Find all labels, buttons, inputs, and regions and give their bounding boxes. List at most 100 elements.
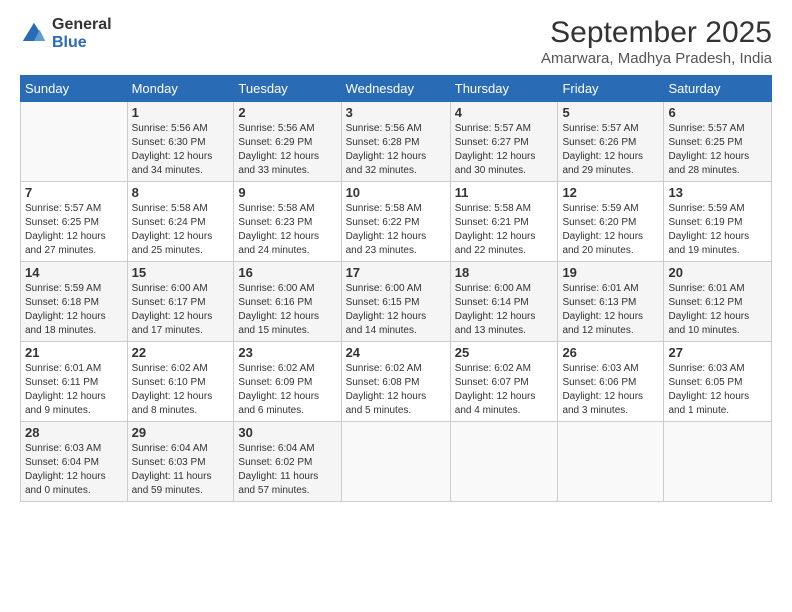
day-info: Sunrise: 6:04 AM Sunset: 6:02 PM Dayligh… (238, 442, 336, 498)
header: General Blue September 2025 Amarwara, Ma… (20, 16, 772, 67)
weekday-header-friday: Friday (558, 76, 664, 102)
day-number: 8 (132, 185, 230, 200)
calendar-day-cell: 20 Sunrise: 6:01 AM Sunset: 6:12 PM Dayli… (664, 262, 772, 342)
day-number: 16 (238, 265, 336, 280)
calendar-day-cell: 10Sunrise: 5:58 AM Sunset: 6:22 PM Dayli… (341, 182, 450, 262)
day-info: Sunrise: 6:00 AM Sunset: 6:14 PM Dayligh… (455, 282, 554, 338)
calendar-day-cell: 28Sunrise: 6:03 AM Sunset: 6:04 PM Dayli… (21, 422, 128, 502)
calendar-day-cell (664, 422, 772, 502)
calendar-day-cell: 7Sunrise: 5:57 AM Sunset: 6:25 PM Daylig… (21, 182, 128, 262)
calendar-day-cell: 1Sunrise: 5:56 AM Sunset: 6:30 PM Daylig… (127, 102, 234, 182)
day-number: 27 (668, 345, 767, 360)
day-number: 25 (455, 345, 554, 360)
day-info: Sunrise: 5:57 AM Sunset: 6:27 PM Dayligh… (455, 122, 554, 178)
day-info: Sunrise: 5:58 AM Sunset: 6:21 PM Dayligh… (455, 202, 554, 258)
calendar-day-cell: 26 Sunrise: 6:03 AM Sunset: 6:06 PM Dayli… (558, 342, 664, 422)
day-info: Sunrise: 5:59 AM Sunset: 6:20 PM Dayligh… (562, 202, 659, 258)
day-number: 6 (668, 105, 767, 120)
day-info: Sunrise: 6:04 AM Sunset: 6:03 PM Dayligh… (132, 442, 230, 498)
calendar-day-cell: 19 Sunrise: 6:01 AM Sunset: 6:13 PM Dayli… (558, 262, 664, 342)
weekday-header-thursday: Thursday (450, 76, 558, 102)
day-info: Sunrise: 5:57 AM Sunset: 6:26 PM Dayligh… (562, 122, 659, 178)
calendar-day-cell: 16 Sunrise: 6:00 AM Sunset: 6:16 PM Dayli… (234, 262, 341, 342)
day-number: 17 (346, 265, 446, 280)
weekday-header-tuesday: Tuesday (234, 76, 341, 102)
calendar-day-cell: 12 Sunrise: 5:59 AM Sunset: 6:20 PM Dayli… (558, 182, 664, 262)
day-number: 12 (562, 185, 659, 200)
calendar-week-row: 21 Sunrise: 6:01 AM Sunset: 6:11 PM Dayli… (21, 342, 772, 422)
day-number: 23 (238, 345, 336, 360)
day-number: 15 (132, 265, 230, 280)
day-number: 3 (346, 105, 446, 120)
calendar-day-cell: 6Sunrise: 5:57 AM Sunset: 6:25 PM Daylig… (664, 102, 772, 182)
calendar-day-cell: 21 Sunrise: 6:01 AM Sunset: 6:11 PM Dayli… (21, 342, 128, 422)
day-number: 18 (455, 265, 554, 280)
day-number: 21 (25, 345, 123, 360)
calendar-day-cell (21, 102, 128, 182)
calendar-day-cell: 2Sunrise: 5:56 AM Sunset: 6:29 PM Daylig… (234, 102, 341, 182)
day-info: Sunrise: 6:01 AM Sunset: 6:11 PM Dayligh… (25, 362, 123, 418)
day-number: 19 (562, 265, 659, 280)
day-info: Sunrise: 5:58 AM Sunset: 6:23 PM Dayligh… (238, 202, 336, 258)
day-number: 7 (25, 185, 123, 200)
calendar-day-cell: 24 Sunrise: 6:02 AM Sunset: 6:08 PM Dayli… (341, 342, 450, 422)
day-number: 26 (562, 345, 659, 360)
calendar-day-cell: 25 Sunrise: 6:02 AM Sunset: 6:07 PM Dayli… (450, 342, 558, 422)
page: General Blue September 2025 Amarwara, Ma… (0, 0, 792, 612)
day-number: 13 (668, 185, 767, 200)
day-info: Sunrise: 5:58 AM Sunset: 6:24 PM Dayligh… (132, 202, 230, 258)
day-info: Sunrise: 6:02 AM Sunset: 6:08 PM Dayligh… (346, 362, 446, 418)
day-info: Sunrise: 6:03 AM Sunset: 6:05 PM Dayligh… (668, 362, 767, 418)
day-info: Sunrise: 5:59 AM Sunset: 6:19 PM Dayligh… (668, 202, 767, 258)
calendar-day-cell: 3 Sunrise: 5:56 AM Sunset: 6:28 PM Daylig… (341, 102, 450, 182)
day-number: 20 (668, 265, 767, 280)
day-info: Sunrise: 5:56 AM Sunset: 6:28 PM Dayligh… (346, 122, 446, 178)
day-info: Sunrise: 6:03 AM Sunset: 6:06 PM Dayligh… (562, 362, 659, 418)
day-info: Sunrise: 5:59 AM Sunset: 6:18 PM Dayligh… (25, 282, 123, 338)
day-info: Sunrise: 6:01 AM Sunset: 6:13 PM Dayligh… (562, 282, 659, 338)
calendar-day-cell: 18 Sunrise: 6:00 AM Sunset: 6:14 PM Dayli… (450, 262, 558, 342)
logo-text: General Blue (52, 16, 112, 52)
day-number: 11 (455, 185, 554, 200)
day-info: Sunrise: 6:02 AM Sunset: 6:09 PM Dayligh… (238, 362, 336, 418)
day-number: 4 (455, 105, 554, 120)
calendar-day-cell: 23 Sunrise: 6:02 AM Sunset: 6:09 PM Dayli… (234, 342, 341, 422)
day-number: 24 (346, 345, 446, 360)
calendar-week-row: 14 Sunrise: 5:59 AM Sunset: 6:18 PM Dayli… (21, 262, 772, 342)
calendar-day-cell: 11 Sunrise: 5:58 AM Sunset: 6:21 PM Dayli… (450, 182, 558, 262)
day-number: 1 (132, 105, 230, 120)
calendar-day-cell: 14 Sunrise: 5:59 AM Sunset: 6:18 PM Dayli… (21, 262, 128, 342)
day-info: Sunrise: 6:02 AM Sunset: 6:07 PM Dayligh… (455, 362, 554, 418)
day-info: Sunrise: 6:02 AM Sunset: 6:10 PM Dayligh… (132, 362, 230, 418)
day-number: 14 (25, 265, 123, 280)
calendar-day-cell: 27 Sunrise: 6:03 AM Sunset: 6:05 PM Dayli… (664, 342, 772, 422)
day-number: 22 (132, 345, 230, 360)
weekday-header-sunday: Sunday (21, 76, 128, 102)
day-number: 9 (238, 185, 336, 200)
calendar-title: September 2025 (541, 16, 772, 50)
weekday-header-row: SundayMondayTuesdayWednesdayThursdayFrid… (21, 76, 772, 102)
calendar-week-row: 7Sunrise: 5:57 AM Sunset: 6:25 PM Daylig… (21, 182, 772, 262)
weekday-header-monday: Monday (127, 76, 234, 102)
weekday-header-wednesday: Wednesday (341, 76, 450, 102)
calendar-day-cell: 22 Sunrise: 6:02 AM Sunset: 6:10 PM Dayli… (127, 342, 234, 422)
calendar-day-cell: 30Sunrise: 6:04 AM Sunset: 6:02 PM Dayli… (234, 422, 341, 502)
day-info: Sunrise: 6:00 AM Sunset: 6:17 PM Dayligh… (132, 282, 230, 338)
day-number: 5 (562, 105, 659, 120)
calendar-subtitle: Amarwara, Madhya Pradesh, India (541, 50, 772, 67)
calendar-day-cell: 13 Sunrise: 5:59 AM Sunset: 6:19 PM Dayli… (664, 182, 772, 262)
calendar-week-row: 28Sunrise: 6:03 AM Sunset: 6:04 PM Dayli… (21, 422, 772, 502)
day-info: Sunrise: 6:00 AM Sunset: 6:15 PM Dayligh… (346, 282, 446, 338)
calendar-day-cell: 5 Sunrise: 5:57 AM Sunset: 6:26 PM Daylig… (558, 102, 664, 182)
calendar-day-cell: 15 Sunrise: 6:00 AM Sunset: 6:17 PM Dayli… (127, 262, 234, 342)
calendar-day-cell: 17 Sunrise: 6:00 AM Sunset: 6:15 PM Dayli… (341, 262, 450, 342)
day-number: 29 (132, 425, 230, 440)
calendar-day-cell (558, 422, 664, 502)
day-info: Sunrise: 6:01 AM Sunset: 6:12 PM Dayligh… (668, 282, 767, 338)
day-info: Sunrise: 5:58 AM Sunset: 6:22 PM Dayligh… (346, 202, 446, 258)
day-number: 28 (25, 425, 123, 440)
day-info: Sunrise: 6:00 AM Sunset: 6:16 PM Dayligh… (238, 282, 336, 338)
day-number: 2 (238, 105, 336, 120)
logo-icon (20, 20, 48, 48)
calendar-day-cell: 8 Sunrise: 5:58 AM Sunset: 6:24 PM Daylig… (127, 182, 234, 262)
